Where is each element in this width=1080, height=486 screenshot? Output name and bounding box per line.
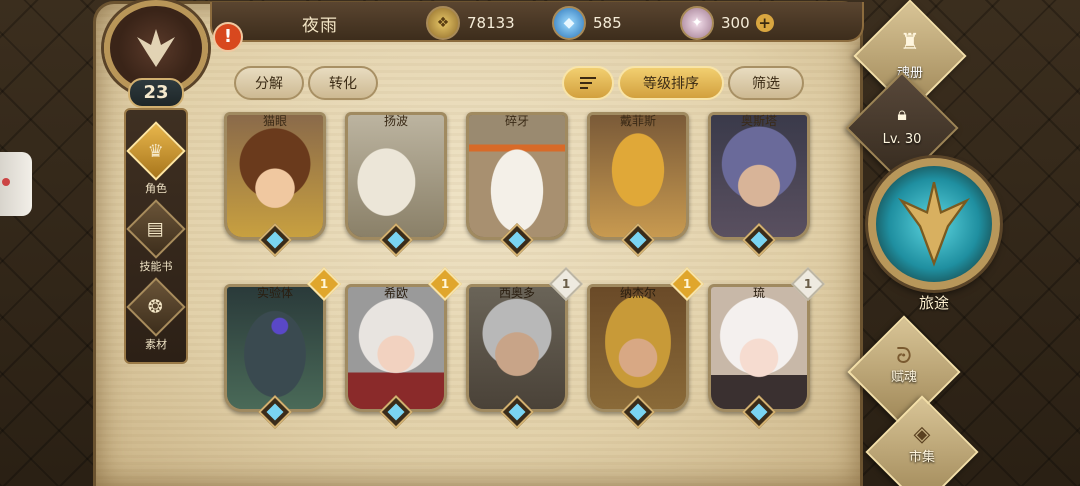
gem-icon: ◈ (913, 422, 931, 447)
soul-book-label: 魂册 (896, 66, 923, 81)
nav-item-character[interactable]: ♛ 角色 (126, 121, 186, 202)
crest-icon (137, 29, 175, 67)
polar-bear-warrior-portrait (348, 115, 444, 237)
grey-hair-old-man-portrait (469, 287, 565, 409)
nav-item-skill-book[interactable]: ▤ 技能书 (126, 199, 186, 280)
soul-book-icon: ♜ (900, 30, 920, 55)
hero-card[interactable]: 西奥多 1 (466, 267, 583, 429)
material-icon: ❂ (148, 296, 164, 318)
locked-level-label: Lv. 30 (882, 132, 922, 147)
nav-item-label: 技能书 (139, 260, 173, 273)
sort-by-level-button[interactable]: 等级排序 (618, 66, 724, 100)
golden-lizard-portrait (590, 115, 686, 237)
hero-name: 碎牙 (504, 114, 529, 128)
hero-card[interactable]: 实验体 1 (224, 267, 341, 429)
hero-card[interactable]: 希欧 1 (345, 267, 462, 429)
white-hair-helmet-girl-portrait (348, 287, 444, 409)
nav-item-material[interactable]: ❂ 素材 (126, 277, 186, 358)
left-category-nav: ♛ 角色 ▤ 技能书 ❂ 素材 (124, 108, 188, 364)
player-name: 夜雨 (302, 16, 338, 36)
sort-icon (580, 77, 596, 89)
purple-hair-man-portrait (711, 115, 807, 237)
journey-button[interactable] (868, 158, 1000, 290)
white-hair-girl-portrait (711, 287, 807, 409)
pink-crystal-resource[interactable]: ✦ 300 + (680, 6, 774, 40)
journey-label: 旅途 (918, 294, 949, 312)
gold-amount: 78133 (467, 14, 515, 32)
soul-gift-label: 赋魂 (890, 370, 917, 385)
convert-button[interactable]: 转化 (308, 66, 378, 100)
hero-card[interactable]: 猫眼 (224, 112, 326, 257)
hero-card[interactable]: 碎牙 (466, 112, 568, 257)
decompose-button[interactable]: 分解 (234, 66, 304, 100)
pink-crystal-icon: ✦ (680, 6, 714, 40)
skill-book-icon: ▤ (147, 218, 165, 240)
hero-name: 扬波 (383, 114, 408, 128)
gold-resource[interactable]: ❖ 78133 (426, 6, 515, 40)
blue-crystal-icon: ◆ (552, 6, 586, 40)
character-icon: ♛ (147, 140, 165, 162)
hero-card[interactable]: 纳杰尔 1 (587, 267, 704, 429)
hero-card[interactable]: 奥斯塔 (708, 112, 810, 257)
golem-portrait (227, 287, 323, 409)
add-pink-crystal-button[interactable]: + (755, 14, 774, 32)
side-floating-tab[interactable] (0, 152, 32, 216)
nav-item-label: 角色 (145, 182, 167, 195)
filter-button[interactable]: 筛选 (728, 66, 804, 100)
nav-item-label: 素材 (145, 338, 167, 351)
hero-card[interactable]: 琉 1 (708, 267, 825, 429)
pink-crystal-amount: 300 (721, 14, 750, 32)
player-level: 23 (128, 78, 184, 108)
market-label: 市集 (908, 450, 935, 465)
sort-order-button[interactable] (562, 66, 614, 100)
hero-name: 奥斯塔 (740, 114, 777, 128)
journey-crest-icon (897, 181, 971, 267)
hero-name: 猫眼 (262, 114, 287, 128)
hero-card[interactable]: 戴菲斯 (587, 112, 689, 257)
blue-crystal-resource[interactable]: ◆ 585 (552, 6, 622, 40)
top-resource-bar: 夜雨 ❖ 78133 ◆ 585 ✦ 300 + (210, 2, 864, 42)
gold-coin-icon: ❖ (426, 6, 460, 40)
notification-dot-icon (2, 178, 10, 186)
hooded-archer-portrait (590, 287, 686, 409)
hero-name: 戴菲斯 (619, 114, 656, 128)
blue-crystal-amount: 585 (593, 14, 622, 32)
hero-card[interactable]: 扬波 (345, 112, 447, 257)
lock-icon: 🔒︎ (897, 104, 907, 125)
brown-hair-girl-portrait (227, 115, 323, 237)
polar-bear-headband-portrait (469, 115, 565, 237)
alert-badge[interactable]: ! (213, 22, 243, 52)
